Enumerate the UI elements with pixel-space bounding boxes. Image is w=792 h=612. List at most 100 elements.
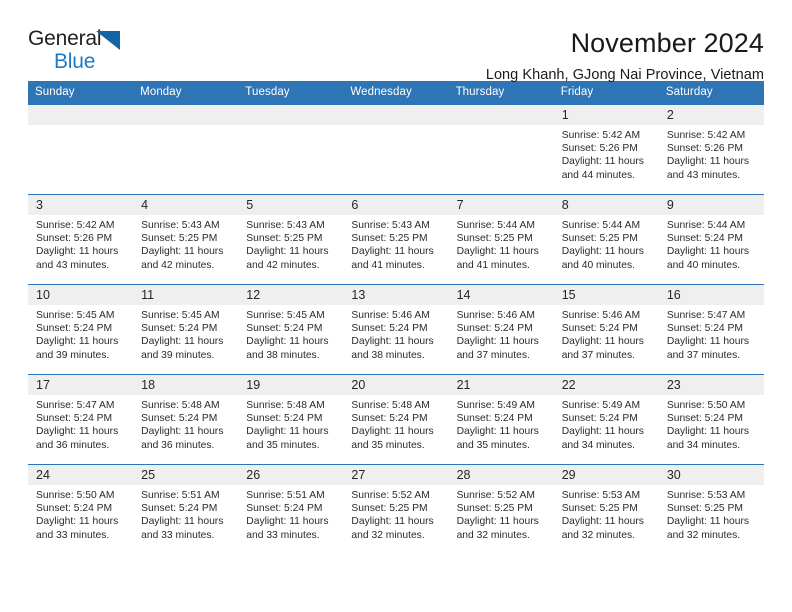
page-title: November 2024 <box>570 28 764 58</box>
calendar-week-row: 17 Sunrise: 5:47 AM Sunset: 5:24 PM Dayligh… <box>28 374 764 465</box>
day-number: 23 <box>658 375 764 395</box>
day-cell-inner: 16 Sunrise: 5:47 AM Sunset: 5:24 PM Dayligh… <box>658 285 764 374</box>
day-number: 14 <box>448 285 554 305</box>
calendar-day-cell[interactable]: 7 Sunrise: 5:44 AM Sunset: 5:25 PM Daylight… <box>448 194 554 285</box>
day-cell-inner: 4 Sunrise: 5:43 AM Sunset: 5:25 PM Daylight… <box>133 195 239 284</box>
daylight-text-line1: Daylight: 11 hours <box>456 516 539 528</box>
day-number <box>343 105 449 125</box>
day-cell-inner: 12 Sunrise: 5:45 AM Sunset: 5:24 PM Dayligh… <box>238 285 344 374</box>
calendar-day-cell[interactable]: 23 Sunrise: 5:50 AM Sunset: 5:24 PM Dayligh… <box>658 374 764 465</box>
calendar-day-cell[interactable]: 2 Sunrise: 5:42 AM Sunset: 5:26 PM Daylight… <box>658 104 764 195</box>
day-number <box>448 105 554 125</box>
calendar-day-cell[interactable]: 12 Sunrise: 5:45 AM Sunset: 5:24 PM Dayligh… <box>238 284 344 375</box>
daylight-text-line2: and 40 minutes. <box>561 259 635 271</box>
day-details: Sunrise: 5:43 AM Sunset: 5:25 PM Daylight:… <box>238 215 343 272</box>
day-details: Sunrise: 5:44 AM Sunset: 5:25 PM Daylight:… <box>554 215 659 272</box>
daylight-text-line2: and 44 minutes. <box>561 169 635 181</box>
sunrise-text: Sunrise: 5:45 AM <box>141 310 220 321</box>
calendar-day-cell[interactable]: 19 Sunrise: 5:48 AM Sunset: 5:24 PM Dayligh… <box>238 374 344 465</box>
calendar-day-cell-empty <box>448 104 554 195</box>
calendar-day-cell[interactable]: 24 Sunrise: 5:50 AM Sunset: 5:24 PM Dayligh… <box>28 464 134 555</box>
day-number: 15 <box>553 285 659 305</box>
daylight-text-line1: Daylight: 11 hours <box>246 516 329 528</box>
day-details: Sunrise: 5:50 AM Sunset: 5:24 PM Daylight:… <box>28 485 133 542</box>
day-details: Sunrise: 5:53 AM Sunset: 5:25 PM Daylight:… <box>659 485 764 542</box>
daylight-text-line2: and 37 minutes. <box>666 349 741 361</box>
day-number: 10 <box>28 285 134 305</box>
calendar-day-cell-empty <box>28 104 134 195</box>
daylight-text-line1: Daylight: 11 hours <box>246 246 329 258</box>
calendar-day-cell[interactable]: 29 Sunrise: 5:53 AM Sunset: 5:25 PM Dayligh… <box>553 464 659 555</box>
sunset-text: Sunset: 5:25 PM <box>561 233 638 245</box>
day-number: 17 <box>28 375 134 395</box>
calendar-day-cell[interactable]: 3 Sunrise: 5:42 AM Sunset: 5:26 PM Daylight… <box>28 194 134 285</box>
calendar-day-cell[interactable]: 26 Sunrise: 5:51 AM Sunset: 5:24 PM Dayligh… <box>238 464 344 555</box>
day-number: 21 <box>448 375 554 395</box>
sunset-text: Sunset: 5:24 PM <box>351 323 428 335</box>
sunset-text: Sunset: 5:25 PM <box>456 233 533 245</box>
day-details: Sunrise: 5:43 AM Sunset: 5:25 PM Daylight:… <box>343 215 448 272</box>
daylight-text-line2: and 40 minutes. <box>666 259 741 271</box>
day-cell-inner: 29 Sunrise: 5:53 AM Sunset: 5:25 PM Dayligh… <box>553 465 659 555</box>
sunrise-text: Sunrise: 5:48 AM <box>141 400 220 411</box>
day-cell-inner: 15 Sunrise: 5:46 AM Sunset: 5:24 PM Dayligh… <box>553 285 659 374</box>
day-details: Sunrise: 5:49 AM Sunset: 5:24 PM Daylight:… <box>554 395 659 452</box>
daylight-text-line1: Daylight: 11 hours <box>351 426 434 438</box>
day-cell-inner <box>343 105 449 194</box>
sunrise-text: Sunrise: 5:44 AM <box>456 220 535 231</box>
daylight-text-line2: and 33 minutes. <box>141 529 215 541</box>
calendar-day-cell[interactable]: 6 Sunrise: 5:43 AM Sunset: 5:25 PM Daylight… <box>343 194 449 285</box>
day-cell-inner: 21 Sunrise: 5:49 AM Sunset: 5:24 PM Dayligh… <box>448 375 554 464</box>
calendar-day-cell[interactable]: 8 Sunrise: 5:44 AM Sunset: 5:25 PM Daylight… <box>553 194 659 285</box>
day-cell-inner <box>28 105 134 194</box>
calendar-day-cell[interactable]: 22 Sunrise: 5:49 AM Sunset: 5:24 PM Dayligh… <box>553 374 659 465</box>
calendar-day-cell[interactable]: 30 Sunrise: 5:53 AM Sunset: 5:25 PM Dayligh… <box>658 464 764 555</box>
sunset-text: Sunset: 5:24 PM <box>666 413 743 425</box>
sunrise-text: Sunrise: 5:46 AM <box>561 310 641 321</box>
calendar-day-cell[interactable]: 9 Sunrise: 5:44 AM Sunset: 5:24 PM Daylight… <box>658 194 764 285</box>
day-cell-inner: 10 Sunrise: 5:45 AM Sunset: 5:24 PM Dayligh… <box>28 285 134 374</box>
calendar-day-cell[interactable]: 21 Sunrise: 5:49 AM Sunset: 5:24 PM Dayligh… <box>448 374 554 465</box>
sunset-text: Sunset: 5:24 PM <box>456 323 533 335</box>
calendar-day-cell[interactable]: 1 Sunrise: 5:42 AM Sunset: 5:26 PM Daylight… <box>553 104 659 195</box>
calendar-day-cell[interactable]: 10 Sunrise: 5:45 AM Sunset: 5:24 PM Dayligh… <box>28 284 134 375</box>
daylight-text-line1: Daylight: 11 hours <box>456 246 539 258</box>
calendar-day-cell[interactable]: 15 Sunrise: 5:46 AM Sunset: 5:24 PM Dayligh… <box>553 284 659 375</box>
sunrise-text: Sunrise: 5:53 AM <box>666 490 746 501</box>
calendar-day-cell[interactable]: 5 Sunrise: 5:43 AM Sunset: 5:25 PM Daylight… <box>238 194 344 285</box>
daylight-text-line2: and 37 minutes. <box>561 349 635 361</box>
calendar-day-cell[interactable]: 16 Sunrise: 5:47 AM Sunset: 5:24 PM Dayligh… <box>658 284 764 375</box>
daylight-text-line1: Daylight: 11 hours <box>351 336 434 348</box>
calendar-day-cell[interactable]: 11 Sunrise: 5:45 AM Sunset: 5:24 PM Dayligh… <box>133 284 239 375</box>
calendar-day-cell[interactable]: 17 Sunrise: 5:47 AM Sunset: 5:24 PM Dayligh… <box>28 374 134 465</box>
day-details: Sunrise: 5:42 AM Sunset: 5:26 PM Daylight:… <box>28 215 133 272</box>
daylight-text-line1: Daylight: 11 hours <box>666 336 750 348</box>
sunrise-text: Sunrise: 5:46 AM <box>456 310 535 321</box>
sunrise-text: Sunrise: 5:45 AM <box>246 310 325 321</box>
daylight-text-line1: Daylight: 11 hours <box>36 426 119 438</box>
day-number: 18 <box>133 375 239 395</box>
day-number: 3 <box>28 195 134 215</box>
day-details: Sunrise: 5:45 AM Sunset: 5:24 PM Daylight:… <box>28 305 133 362</box>
calendar-day-cell[interactable]: 13 Sunrise: 5:46 AM Sunset: 5:24 PM Dayligh… <box>343 284 449 375</box>
calendar-day-cell[interactable]: 28 Sunrise: 5:52 AM Sunset: 5:25 PM Dayligh… <box>448 464 554 555</box>
sunrise-text: Sunrise: 5:49 AM <box>561 400 641 411</box>
day-cell-inner: 24 Sunrise: 5:50 AM Sunset: 5:24 PM Dayligh… <box>28 465 134 555</box>
calendar-day-cell[interactable]: 25 Sunrise: 5:51 AM Sunset: 5:24 PM Dayligh… <box>133 464 239 555</box>
calendar-day-cell[interactable]: 14 Sunrise: 5:46 AM Sunset: 5:24 PM Dayligh… <box>448 284 554 375</box>
calendar-day-cell[interactable]: 27 Sunrise: 5:52 AM Sunset: 5:25 PM Dayligh… <box>343 464 449 555</box>
calendar-day-cell[interactable]: 18 Sunrise: 5:48 AM Sunset: 5:24 PM Dayligh… <box>133 374 239 465</box>
day-details: Sunrise: 5:47 AM Sunset: 5:24 PM Daylight:… <box>659 305 764 362</box>
calendar-day-cell[interactable]: 4 Sunrise: 5:43 AM Sunset: 5:25 PM Daylight… <box>133 194 239 285</box>
day-number: 9 <box>658 195 764 215</box>
sunrise-text: Sunrise: 5:42 AM <box>666 130 746 141</box>
brand-logo[interactable]: General Blue <box>28 28 148 80</box>
day-number: 19 <box>238 375 344 395</box>
calendar-day-cell[interactable]: 20 Sunrise: 5:48 AM Sunset: 5:24 PM Dayligh… <box>343 374 449 465</box>
sunrise-text: Sunrise: 5:42 AM <box>36 220 115 231</box>
sunset-text: Sunset: 5:24 PM <box>666 323 743 335</box>
day-number: 22 <box>553 375 659 395</box>
daylight-text-line1: Daylight: 11 hours <box>36 246 119 258</box>
day-cell-inner: 8 Sunrise: 5:44 AM Sunset: 5:25 PM Daylight… <box>553 195 659 284</box>
sunset-text: Sunset: 5:24 PM <box>561 323 638 335</box>
